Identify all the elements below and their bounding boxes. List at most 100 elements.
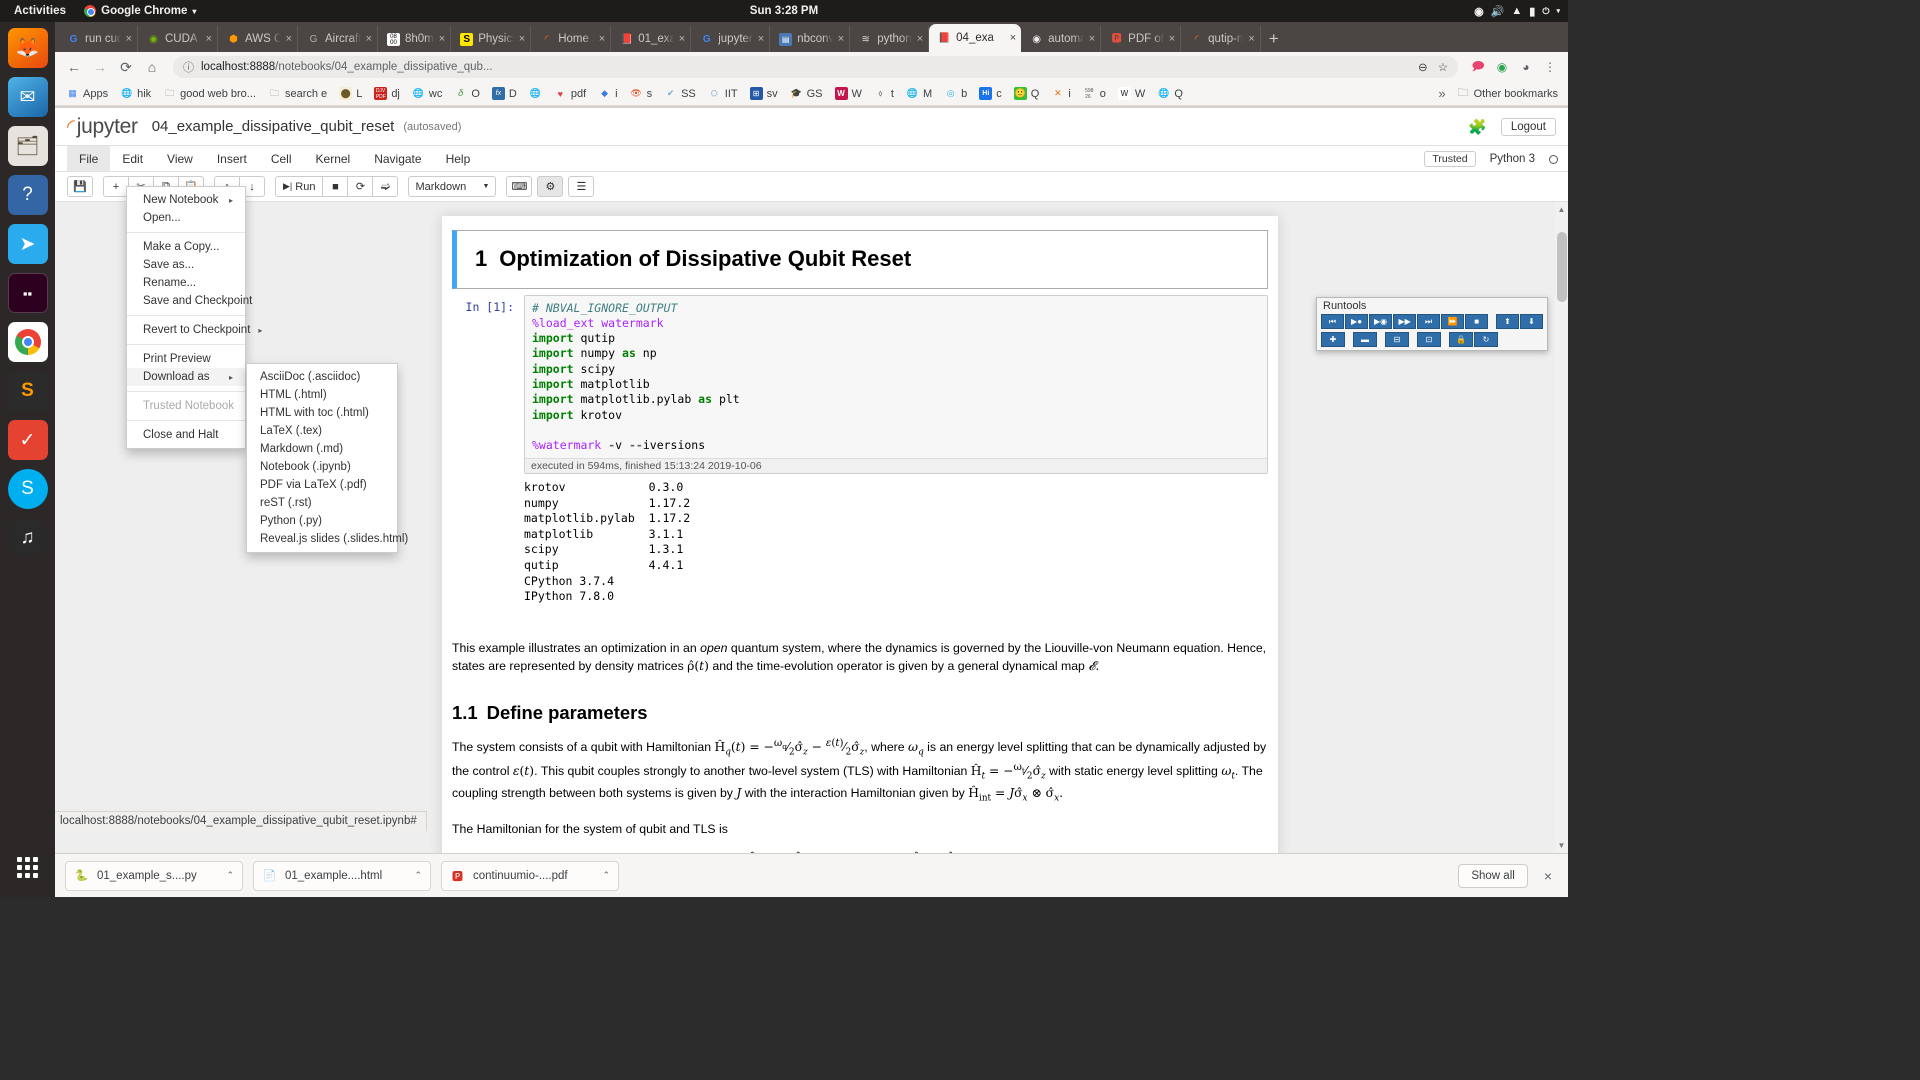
bookmark-sv[interactable]: ⊞ sv — [745, 86, 783, 101]
runtools-interrupt-button[interactable]: ■ — [1465, 314, 1489, 329]
download-as-html-toc[interactable]: HTML with toc (.html) — [247, 404, 397, 422]
download-as-python[interactable]: Python (.py) — [247, 512, 397, 530]
menu-item-make-a-copy[interactable]: Make a Copy... — [127, 238, 245, 256]
bookmark-o-2[interactable]: 598 26 o — [1078, 86, 1111, 101]
bookmark-hik[interactable]: 🌐 hik — [115, 86, 156, 101]
show-all-downloads-button[interactable]: Show all — [1458, 863, 1528, 888]
tab-home-p[interactable]: ◜ Home P × — [531, 26, 612, 52]
bookmark-b[interactable]: ◎ b — [939, 86, 972, 101]
menu-item-close-and-halt[interactable]: Close and Halt — [127, 426, 245, 444]
bookmark-search-e[interactable]: 🗀 search e — [263, 86, 332, 101]
bookmark-ss[interactable]: ✔ SS — [659, 86, 701, 101]
chrome-menu-icon[interactable]: ⋮ — [1540, 57, 1560, 77]
download-item-html[interactable]: 📄 01_example....html ⌃ — [253, 860, 431, 891]
runtools-clear-output-button[interactable]: ⊡ — [1417, 332, 1441, 347]
forward-button[interactable]: → — [89, 56, 111, 78]
other-bookmarks-button[interactable]: 🗀 Other bookmarks — [1458, 84, 1562, 103]
close-icon[interactable]: × — [1538, 868, 1558, 884]
dock-item-terminal[interactable]: ▪▪ — [7, 273, 48, 313]
close-icon[interactable]: × — [206, 33, 212, 45]
new-tab-button[interactable]: + — [1261, 29, 1289, 52]
download-as-pdf[interactable]: PDF via LaTeX (.pdf) — [247, 476, 397, 494]
menu-item-save-and-checkpoint[interactable]: Save and Checkpoint — [127, 292, 252, 310]
menu-item-print-preview[interactable]: Print Preview — [127, 350, 245, 368]
bookmark-l[interactable]: ⬤ L — [334, 86, 367, 101]
download-item-pdf[interactable]: 🅿 continuumio-....pdf ⌃ — [441, 860, 619, 891]
runtools-move-up-button[interactable]: ⬆ — [1495, 314, 1519, 329]
close-icon[interactable]: × — [126, 33, 132, 45]
bookmark-c[interactable]: Hi c — [974, 86, 1007, 101]
tab-01-exa[interactable]: 📕 01_exa × — [611, 26, 692, 52]
bookmark-star-icon[interactable]: ☆ — [1438, 60, 1448, 74]
bookmark-iit[interactable]: ⛭ IIT — [703, 86, 743, 101]
bookmark-t[interactable]: ⬨ t — [869, 86, 899, 101]
dock-item-google-chrome[interactable] — [7, 322, 48, 362]
dock-item-sublime-text[interactable]: S — [7, 371, 48, 411]
nbextensions-icon[interactable]: 🧩 — [1468, 118, 1487, 136]
close-icon[interactable]: × — [838, 33, 844, 45]
menu-cell[interactable]: Cell — [259, 146, 304, 171]
close-icon[interactable]: × — [1089, 33, 1095, 45]
runtools-run-all-below-button[interactable]: ⏭ — [1417, 314, 1441, 329]
reload-button[interactable]: ⟳ — [115, 56, 137, 78]
menu-edit[interactable]: Edit — [110, 146, 155, 171]
clock[interactable]: Sun 3:28 PM — [750, 5, 818, 17]
menu-help[interactable]: Help — [434, 146, 483, 171]
menu-item-rename[interactable]: Rename... — [127, 274, 245, 292]
chevron-up-icon[interactable]: ⌃ — [602, 870, 610, 881]
download-as-asciidoc[interactable]: AsciiDoc (.asciidoc) — [247, 368, 397, 386]
tab-jupyter[interactable]: G jupyter × — [691, 26, 771, 52]
download-as-submenu[interactable]: AsciiDoc (.asciidoc) HTML (.html) HTML w… — [246, 363, 408, 553]
info-icon[interactable]: ⓘ — [183, 59, 194, 75]
markdown-cell-params[interactable]: 1.1 Define parameters The system consists… — [442, 687, 1278, 853]
chevron-up-icon[interactable]: ⌃ — [226, 870, 234, 881]
dock-item-skype[interactable]: S — [7, 469, 48, 509]
keyboard-shortcuts-button[interactable]: ⌨ — [506, 176, 533, 197]
bookmark-apps[interactable]: ▦ Apps — [61, 86, 113, 101]
runtools-lock-button[interactable]: 🔒 — [1449, 332, 1473, 347]
menu-item-open[interactable]: Open... — [127, 209, 245, 227]
zoom-icon[interactable]: ⊖ — [1418, 60, 1428, 74]
runtools-restart-button[interactable]: ↻ — [1474, 332, 1498, 347]
menu-item-revert-to-checkpoint[interactable]: Revert to Checkpoint ▸ — [127, 321, 262, 339]
dock-item-thunderbird[interactable]: ✉ — [7, 77, 48, 117]
code-cell-1[interactable]: In [1]: # NBVAL_IGNORE_OUTPUT %load_ext … — [442, 289, 1278, 475]
dock-item-todoist[interactable]: ✓ — [7, 420, 48, 460]
dock-item-telegram[interactable]: ➤ — [7, 224, 48, 264]
runtools-toggle-output-button[interactable]: ⊟ — [1385, 332, 1409, 347]
bookmark-d[interactable]: fx D — [487, 86, 522, 101]
download-as-latex[interactable]: LaTeX (.tex) — [247, 422, 397, 440]
close-icon[interactable]: × — [1248, 33, 1254, 45]
close-icon[interactable]: × — [599, 33, 605, 45]
run-button[interactable]: ▶| Run — [275, 176, 324, 197]
scroll-down-arrow-icon[interactable]: ▼ — [1557, 841, 1566, 850]
bookmark-q-2[interactable]: 🌐 Q — [1152, 86, 1188, 101]
runtools-toggle-button[interactable]: ⚙ — [537, 176, 564, 197]
tab-cuda-c[interactable]: ◉ CUDA C × — [138, 26, 218, 52]
runtools-run-all-above-button[interactable]: ▶▶ — [1393, 314, 1417, 329]
tab-nbconv[interactable]: ▤ nbconv × — [770, 26, 851, 52]
app-menu[interactable]: Google Chrome ▾ — [76, 5, 196, 17]
file-menu-dropdown[interactable]: New Notebook ▸ Open... Make a Copy... Sa… — [126, 186, 262, 449]
tab-physics[interactable]: S Physics × — [451, 26, 532, 52]
share-icon[interactable]: 🗩 — [1468, 57, 1488, 77]
dock-item-firefox[interactable]: 🦊 — [7, 28, 48, 68]
download-as-revealjs[interactable]: Reveal.js slides (.slides.html) — [247, 530, 408, 548]
menu-item-download-as[interactable]: Download as ▸ — [127, 368, 245, 386]
code-input-area[interactable]: # NBVAL_IGNORE_OUTPUT %load_ext watermar… — [524, 294, 1268, 475]
tab-automa[interactable]: ◉ automa × — [1021, 26, 1102, 52]
profile-avatar-icon[interactable]: ◕ — [1516, 57, 1536, 77]
dock-item-music[interactable]: ♫ — [7, 518, 48, 558]
tab-8h0m[interactable]: 08 00 8h0m × — [378, 26, 452, 52]
download-item-python[interactable]: 🐍 01_example_s....py ⌃ — [65, 860, 243, 891]
menu-item-new-notebook[interactable]: New Notebook ▸ — [127, 191, 245, 209]
close-icon[interactable]: × — [366, 33, 372, 45]
download-as-markdown[interactable]: Markdown (.md) — [247, 440, 397, 458]
scrollbar-thumb[interactable] — [1557, 232, 1567, 302]
toc-toggle-button[interactable]: ☰ — [568, 176, 595, 197]
save-button[interactable]: 💾 — [67, 176, 93, 197]
restart-run-all-button[interactable]: ➫ — [372, 176, 399, 197]
restart-kernel-button[interactable]: ⟳ — [347, 176, 374, 197]
tab-qutip-n[interactable]: ◜ qutip-n × — [1181, 26, 1261, 52]
markdown-cell-title[interactable]: 1 Optimization of Dissipative Qubit Reset — [452, 230, 1268, 289]
